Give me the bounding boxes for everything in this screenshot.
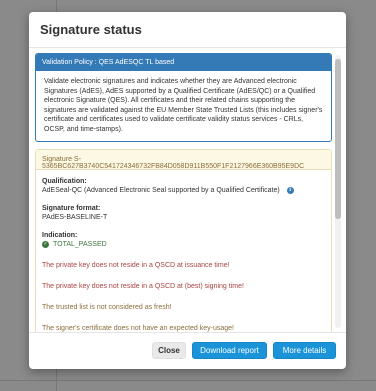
- qualification-field: Qualification: AdESeal-QC (Advanced Elec…: [42, 177, 325, 195]
- validation-message: The private key does not reside in a QSC…: [42, 262, 230, 269]
- validation-policy-description: Validate electronic signatures and indic…: [44, 78, 323, 133]
- validation-message: The private key does not reside in a QSC…: [42, 283, 244, 290]
- download-report-button[interactable]: Download report: [192, 342, 267, 359]
- signature-format-field: Signature format: PAdES-BASELINE-T: [42, 204, 325, 222]
- indication-value-row: ✓ TOTAL_PASSED: [42, 240, 325, 249]
- qualification-value-row: AdESeal-QC (Advanced Electronic Seal sup…: [42, 186, 325, 195]
- info-circle-icon[interactable]: i: [286, 187, 294, 194]
- check-circle-icon: ✓: [42, 241, 49, 248]
- indication-label: Indication:: [42, 232, 78, 239]
- backdrop-divider-horizontal: [0, 380, 376, 381]
- more-details-button[interactable]: More details: [273, 342, 336, 359]
- modal-title: Signature status: [40, 22, 142, 37]
- signature-panel: Signature S-5365BC627B3740C541724346732F…: [35, 149, 332, 332]
- validation-message: The trusted list is not considered as fr…: [42, 304, 172, 311]
- modal-header: Signature status: [29, 12, 346, 48]
- signature-details: Qualification: AdESeal-QC (Advanced Elec…: [36, 170, 331, 332]
- signature-heading: Signature S-5365BC627B3740C541724346732F…: [36, 150, 331, 170]
- signature-status-modal: Signature status Validation Policy : QES…: [29, 12, 346, 369]
- signature-format-value: PAdES-BASELINE-T: [42, 214, 108, 221]
- indication-field: Indication: ✓ TOTAL_PASSED: [42, 231, 325, 249]
- qualification-label: Qualification:: [42, 178, 87, 185]
- validation-policy-panel: Validation Policy : QES AdESQC TL based …: [35, 53, 332, 142]
- modal-scrollbar[interactable]: [335, 55, 341, 328]
- qualification-value: AdESeal-QC (Advanced Electronic Seal sup…: [42, 187, 280, 194]
- modal-footer: Close Download report More details: [29, 332, 346, 369]
- signature-format-label: Signature format:: [42, 205, 101, 212]
- modal-scroll-content: Validation Policy : QES AdESQC TL based …: [35, 53, 332, 332]
- modal-body[interactable]: Validation Policy : QES AdESQC TL based …: [29, 49, 346, 332]
- close-button[interactable]: Close: [152, 342, 186, 359]
- validation-policy-heading: Validation Policy : QES AdESQC TL based: [36, 54, 331, 71]
- modal-scrollbar-thumb[interactable]: [335, 59, 341, 219]
- validation-message: The signer's certificate does not have a…: [42, 325, 235, 332]
- indication-value: TOTAL_PASSED: [53, 241, 107, 248]
